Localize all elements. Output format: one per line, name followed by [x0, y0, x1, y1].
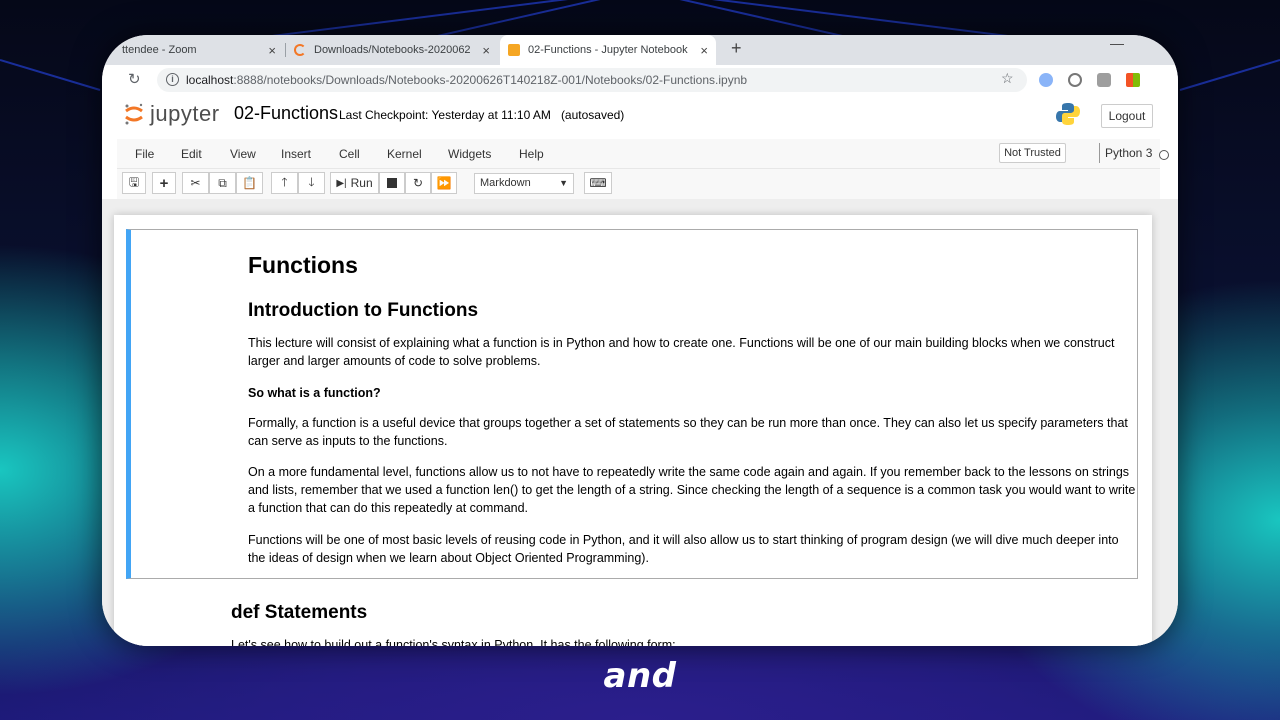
restart-icon: ↻ [412, 176, 424, 190]
cut-button[interactable]: ✂ [182, 172, 209, 194]
insert-cell-button[interactable]: + [152, 172, 176, 194]
browser-window: ttendee - Zoom × Downloads/Notebooks-202… [102, 35, 1178, 646]
fast-forward-icon: ⏩ [436, 176, 452, 190]
logout-button[interactable]: Logout [1101, 104, 1153, 128]
menubar: File Edit View Insert Cell Kernel Widget… [102, 139, 1178, 169]
paste-icon: 📋 [242, 176, 257, 190]
menu-widgets[interactable]: Widgets [448, 147, 491, 161]
move-up-button[interactable]: 🡑 [271, 172, 298, 194]
copy-button[interactable]: ⧉ [209, 172, 236, 194]
url-input[interactable]: i localhost:8888/notebooks/Downloads/Not… [157, 68, 1027, 92]
python-logo-icon [1056, 103, 1080, 125]
run-button[interactable]: ▶| Run [330, 172, 379, 194]
new-tab-button[interactable]: + [731, 38, 742, 59]
close-icon[interactable]: × [268, 43, 276, 58]
scissors-icon: ✂ [190, 176, 201, 190]
tab-functions[interactable]: 02-Functions - Jupyter Notebook × [500, 35, 716, 65]
cell-type-select[interactable]: Markdown ▼ [474, 173, 574, 194]
save-button[interactable]: 🖫 [122, 172, 146, 194]
notebook-title[interactable]: 02-Functions [234, 103, 338, 124]
tab-notebooks[interactable]: Downloads/Notebooks-2020062 × [286, 35, 498, 65]
url-text: localhost:8888/notebooks/Downloads/Noteb… [186, 73, 747, 87]
tab-bar: ttendee - Zoom × Downloads/Notebooks-202… [102, 35, 1178, 65]
kernel-idle-indicator-icon [1159, 150, 1169, 160]
heading-introduction: Introduction to Functions [248, 300, 479, 321]
paste-button[interactable]: 📋 [236, 172, 263, 194]
menu-edit[interactable]: Edit [181, 147, 202, 161]
restart-run-all-button[interactable]: ⏩ [431, 172, 457, 194]
jupyter-logo-icon [125, 103, 143, 125]
heading-functions: Functions [248, 252, 358, 278]
tab-label: 02-Functions - Jupyter Notebook [528, 44, 688, 56]
notebook-favicon-icon [508, 44, 520, 56]
copy-icon: ⧉ [218, 175, 227, 190]
heading-def-statements[interactable]: def Statements [231, 602, 367, 624]
paragraph-def-intro: Let's see how to build out a function's … [231, 638, 676, 646]
restart-button[interactable]: ↻ [405, 172, 431, 194]
url-path: :8888/notebooks/Downloads/Notebooks-2020… [233, 73, 748, 87]
info-icon[interactable]: i [166, 73, 179, 86]
bookmark-star-icon[interactable]: ☆ [1001, 70, 1014, 87]
jupyter-logo[interactable]: jupyter [124, 101, 220, 127]
cell-type-value: Markdown [480, 177, 531, 189]
vue-extension-icon[interactable] [1068, 73, 1082, 87]
move-down-button[interactable]: 🡓 [298, 172, 325, 194]
url-host: localhost [186, 73, 234, 87]
notebook-area: Functions Introduction to Functions This… [102, 199, 1178, 646]
command-palette-button[interactable]: ⌨ [584, 172, 612, 194]
arrow-down-icon: 🡓 [308, 174, 315, 189]
notebook-container: Functions Introduction to Functions This… [114, 215, 1152, 646]
chevron-down-icon: ▼ [559, 178, 568, 188]
keyboard-icon: ⌨ [589, 176, 607, 190]
menu-view[interactable]: View [230, 147, 256, 161]
tab-zoom[interactable]: ttendee - Zoom × [114, 35, 284, 65]
stop-icon [387, 178, 397, 188]
jupyter-header: jupyter 02-Functions Last Checkpoint: Ye… [102, 95, 1178, 139]
close-icon[interactable]: × [700, 43, 708, 58]
paragraph-formally: Formally, a function is a useful device … [248, 416, 1128, 448]
reload-icon[interactable]: ↻ [128, 70, 141, 88]
paragraph-intro: This lecture will consist of explaining … [248, 336, 1115, 368]
paragraph-reuse: Functions will be one of most basic leve… [248, 533, 1119, 565]
menu-cell[interactable]: Cell [339, 147, 360, 161]
markdown-cell-selected[interactable]: Functions Introduction to Functions This… [126, 229, 1138, 579]
not-trusted-button[interactable]: Not Trusted [999, 143, 1066, 163]
paragraph-fundamental: On a more fundamental level, functions a… [248, 465, 1136, 515]
interrupt-button[interactable] [379, 172, 405, 194]
toolbar: 🖫 + ✂ ⧉ 📋 🡑 🡓 ▶| Run ↻ ⏩ Markdown ▼ ⌨ [102, 169, 1178, 199]
checkpoint-text: Last Checkpoint: Yesterday at 11:10 AM [339, 108, 551, 122]
run-label: Run [350, 176, 373, 190]
jupyter-favicon-icon [294, 44, 306, 56]
video-caption: and [603, 656, 677, 696]
address-bar-row: ↻ i localhost:8888/notebooks/Downloads/N… [102, 65, 1178, 95]
step-forward-icon: ▶| [336, 177, 347, 189]
save-icon: 🖫 [128, 174, 140, 189]
menu-kernel[interactable]: Kernel [387, 147, 422, 161]
kernel-name[interactable]: Python 3 [1099, 143, 1152, 163]
tab-label: Downloads/Notebooks-2020062 [314, 44, 471, 56]
tab-label: ttendee - Zoom [122, 44, 197, 56]
arrow-up-icon: 🡑 [281, 174, 288, 189]
minimize-button[interactable]: — [1110, 35, 1124, 51]
extension-icon[interactable] [1039, 73, 1053, 87]
jupyter-wordmark: jupyter [150, 101, 220, 126]
menu-insert[interactable]: Insert [281, 147, 311, 161]
menu-help[interactable]: Help [519, 147, 544, 161]
checkpoint-status: Last Checkpoint: Yesterday at 11:10 AM (… [339, 108, 624, 122]
extension-icon[interactable] [1097, 73, 1111, 87]
menu-file[interactable]: File [135, 147, 154, 161]
windows-icon[interactable] [1126, 73, 1140, 87]
paragraph-question: So what is a function? [248, 386, 381, 400]
close-icon[interactable]: × [482, 43, 490, 58]
plus-icon: + [159, 174, 169, 192]
autosave-status: (autosaved) [560, 108, 625, 122]
